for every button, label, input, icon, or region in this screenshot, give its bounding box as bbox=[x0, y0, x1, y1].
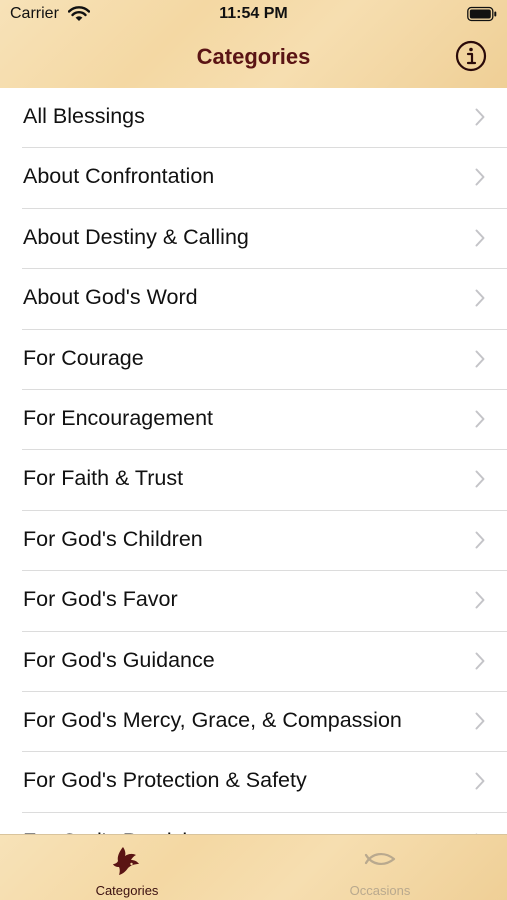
chevron-right-icon bbox=[475, 772, 485, 790]
chevron-right-icon bbox=[475, 350, 485, 368]
list-item-label: For God's Protection & Safety bbox=[23, 768, 307, 793]
chevron-right-icon bbox=[475, 289, 485, 307]
list-item-label: For God's Mercy, Grace, & Compassion bbox=[23, 707, 402, 732]
list-item-label: For Courage bbox=[23, 345, 144, 370]
screen: Carrier 11:54 PM Categories All Blessing… bbox=[0, 0, 507, 900]
chevron-right-icon bbox=[475, 168, 485, 186]
dove-icon bbox=[113, 847, 139, 875]
chevron-right-icon bbox=[475, 410, 485, 428]
list-item[interactable]: For God's Favor bbox=[22, 571, 507, 632]
status-bar: Carrier 11:54 PM bbox=[0, 0, 507, 30]
tab-categories[interactable]: Categories bbox=[47, 835, 207, 900]
tab-categories-label: Categories bbox=[95, 883, 159, 898]
clock: 11:54 PM bbox=[219, 5, 288, 22]
list-item[interactable]: For God's Children bbox=[22, 511, 507, 572]
list-item[interactable]: About Confrontation bbox=[22, 148, 507, 209]
chevron-right-icon bbox=[475, 591, 485, 609]
list-item-label: All Blessings bbox=[23, 104, 145, 128]
list-item[interactable]: For God's Provision bbox=[22, 813, 507, 834]
category-list: All Blessings About Confrontation About De… bbox=[0, 88, 507, 834]
list-item[interactable]: For Courage bbox=[22, 330, 507, 390]
list-item[interactable]: About God's Word bbox=[22, 269, 507, 330]
chevron-right-icon bbox=[475, 531, 485, 549]
list-item[interactable]: About Destiny & Calling bbox=[22, 209, 507, 270]
list-item-label: For God's Favor bbox=[23, 587, 178, 612]
list-item[interactable]: For God's Guidance bbox=[22, 632, 507, 692]
list-item-label: About Confrontation bbox=[23, 164, 215, 189]
list-item-label: About God's Word bbox=[23, 285, 198, 310]
tab-occasions-label: Occasions bbox=[349, 883, 411, 898]
list-item-label: About Destiny & Calling bbox=[23, 224, 249, 249]
list-item[interactable]: For Faith & Trust bbox=[22, 450, 507, 511]
info-icon[interactable] bbox=[455, 40, 487, 72]
battery-icon bbox=[467, 6, 497, 22]
list-item[interactable]: For Encouragement bbox=[22, 390, 507, 451]
navigation-header: Carrier 11:54 PM Categories bbox=[0, 0, 507, 89]
list-item-label: For Encouragement bbox=[23, 405, 214, 430]
chevron-right-icon bbox=[475, 108, 485, 126]
chevron-right-icon bbox=[475, 470, 485, 488]
list-item[interactable]: For God's Protection & Safety bbox=[22, 752, 507, 813]
tab-bar: Categories Occasions bbox=[0, 834, 507, 900]
list-item[interactable]: All Blessings bbox=[22, 88, 507, 149]
chevron-right-icon bbox=[475, 229, 485, 247]
tab-occasions[interactable]: Occasions bbox=[300, 835, 460, 900]
list-item[interactable]: For God's Mercy, Grace, & Compassion bbox=[22, 692, 507, 753]
fish-icon bbox=[364, 853, 396, 865]
chevron-right-icon bbox=[475, 712, 485, 730]
list-item-label: For God's Children bbox=[23, 526, 203, 551]
list-item-label: For Faith & Trust bbox=[23, 466, 184, 491]
list-item-label: For God's Guidance bbox=[23, 647, 215, 672]
chevron-right-icon bbox=[475, 652, 485, 670]
page-title: Categories bbox=[196, 44, 311, 69]
